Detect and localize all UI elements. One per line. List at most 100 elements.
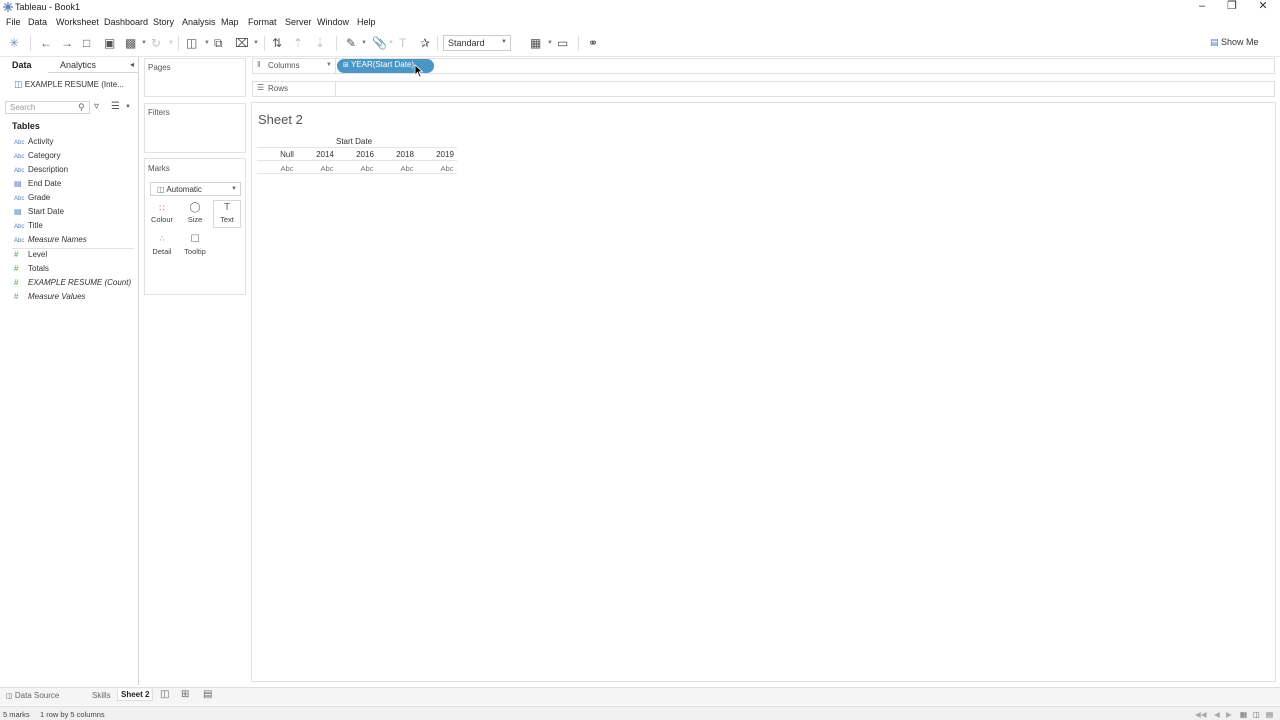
- sort-ascending-icon[interactable]: ⇡: [293, 36, 303, 50]
- column-header-2019[interactable]: 2019: [425, 150, 465, 159]
- table-cell[interactable]: Abc: [307, 164, 347, 173]
- field-grade[interactable]: Abc Grade: [14, 193, 50, 205]
- view-list-icon[interactable]: ☰: [111, 101, 120, 112]
- swap-rows-columns-icon[interactable]: ⇅: [272, 36, 282, 50]
- table-cell[interactable]: Abc: [347, 164, 387, 173]
- sheet-view[interactable]: [251, 102, 1276, 682]
- pause-dropdown-icon[interactable]: ▼: [141, 40, 147, 46]
- show-me-button[interactable]: ▤ Show Me: [1210, 37, 1259, 48]
- tab-data[interactable]: Data: [12, 60, 32, 70]
- datasource-item[interactable]: ◫ EXAMPLE RESUME (Inte...: [14, 79, 124, 90]
- fix-axes-icon[interactable]: ✰: [420, 36, 430, 50]
- undo-icon[interactable]: ←: [40, 36, 52, 50]
- menu-help[interactable]: Help: [357, 17, 376, 27]
- minimize-button[interactable]: –: [1187, 0, 1217, 15]
- save-icon[interactable]: □: [83, 36, 90, 50]
- column-header-2016[interactable]: 2016: [345, 150, 385, 159]
- field-category[interactable]: Abc Category: [14, 151, 60, 163]
- nav-next-icon[interactable]: ▶: [1226, 710, 1232, 719]
- column-field-header[interactable]: Start Date: [336, 137, 372, 146]
- tableau-home-icon[interactable]: ✳: [9, 36, 19, 50]
- tab-skills[interactable]: Skills: [92, 691, 111, 700]
- text-mark-icon: ◫: [157, 185, 165, 194]
- close-button[interactable]: ✕: [1248, 0, 1278, 15]
- collapse-pane-icon[interactable]: ◂: [130, 60, 134, 69]
- data-pane: Data Analytics ◂ ◫ EXAMPLE RESUME (Inte.…: [0, 57, 139, 685]
- sort-descending-icon[interactable]: ⇣: [315, 36, 325, 50]
- refresh-dropdown-icon[interactable]: ▼: [168, 40, 174, 46]
- field-measure-names[interactable]: Abc Measure Names: [14, 235, 87, 247]
- new-dashboard-tab-icon[interactable]: ⊞: [181, 689, 189, 700]
- field-level[interactable]: # Level: [14, 250, 47, 262]
- datasource-tab[interactable]: ◫ Data Source: [6, 691, 59, 700]
- show-cards-dropdown-icon[interactable]: ▼: [547, 40, 553, 46]
- table-cell[interactable]: Abc: [267, 164, 307, 173]
- duplicate-sheet-icon[interactable]: ⧉: [214, 36, 223, 50]
- tab-analytics[interactable]: Analytics: [60, 60, 96, 70]
- new-worksheet-tab-icon[interactable]: ◫: [160, 689, 169, 700]
- field-activity[interactable]: Abc Activity: [14, 137, 53, 149]
- nav-first-icon[interactable]: ◀◀: [1195, 710, 1207, 719]
- menu-analysis[interactable]: Analysis: [182, 17, 216, 27]
- pause-updates-icon[interactable]: ▩: [125, 36, 136, 50]
- filter-fields-icon[interactable]: ▿: [94, 101, 99, 112]
- colour-button[interactable]: ∷ Colour: [148, 201, 176, 229]
- mark-type-select[interactable]: ◫ Automatic ▼: [150, 182, 241, 196]
- refresh-icon[interactable]: ↻: [151, 36, 161, 50]
- menu-worksheet[interactable]: Worksheet: [56, 17, 99, 27]
- detail-button[interactable]: ∴ Detail: [148, 233, 176, 261]
- rows-shelf[interactable]: ☰ Rows: [252, 81, 1275, 97]
- column-header-2018[interactable]: 2018: [385, 150, 425, 159]
- new-worksheet-icon[interactable]: ◫: [186, 36, 197, 50]
- table-cell[interactable]: Abc: [427, 164, 467, 173]
- status-bar: 5 marks 1 row by 5 columns ◀◀ ◀ ▶ ▦ ◫ ▤: [0, 706, 1280, 720]
- filmstrip-icon[interactable]: ◫: [1253, 710, 1260, 719]
- columns-shelf-label: Columns: [268, 61, 300, 70]
- sheet-sorter-icon[interactable]: ▦: [1240, 710, 1247, 719]
- menu-map[interactable]: Map: [221, 17, 239, 27]
- field-end-date[interactable]: ▤ End Date: [14, 179, 61, 191]
- view-dropdown-icon[interactable]: ▼: [125, 104, 131, 110]
- new-datasource-icon[interactable]: ▣: [104, 36, 115, 50]
- new-story-tab-icon[interactable]: ▤: [203, 689, 212, 700]
- redo-icon[interactable]: →: [61, 36, 73, 50]
- show-cards-icon[interactable]: ▦: [530, 36, 541, 50]
- menu-story[interactable]: Story: [153, 17, 174, 27]
- menu-dashboard[interactable]: Dashboard: [104, 17, 148, 27]
- menu-format[interactable]: Format: [248, 17, 277, 27]
- field-example-resume-count[interactable]: # EXAMPLE RESUME (Count): [14, 278, 131, 290]
- size-label: Size: [187, 215, 203, 224]
- group-members-icon[interactable]: 📎: [372, 36, 387, 50]
- tooltip-button[interactable]: ☐ Tooltip: [181, 233, 209, 261]
- highlight-dropdown-icon[interactable]: ▼: [361, 40, 367, 46]
- show-mark-labels-icon[interactable]: T: [399, 36, 406, 50]
- column-header-2014[interactable]: 2014: [305, 150, 345, 159]
- sheet-title[interactable]: Sheet 2: [258, 112, 303, 127]
- chevron-down-icon[interactable]: ▼: [326, 62, 332, 68]
- nav-prev-icon[interactable]: ◀: [1214, 710, 1220, 719]
- menu-window[interactable]: Window: [317, 17, 349, 27]
- tabs-view-icon[interactable]: ▤: [1266, 710, 1273, 719]
- presentation-mode-icon[interactable]: ▭: [557, 36, 568, 50]
- share-icon[interactable]: ⚭: [588, 36, 598, 50]
- field-title[interactable]: Abc Title: [14, 221, 43, 233]
- fit-select[interactable]: Standard ▼: [443, 35, 511, 51]
- menu-server[interactable]: Server: [285, 17, 312, 27]
- tab-sheet-2[interactable]: Sheet 2: [117, 689, 154, 701]
- field-measure-values[interactable]: # Measure Values: [14, 292, 86, 304]
- column-header-null[interactable]: Null: [267, 150, 307, 159]
- clear-dropdown-icon[interactable]: ▼: [253, 40, 259, 46]
- group-dropdown-icon[interactable]: ▼: [388, 40, 394, 46]
- menu-file[interactable]: File: [6, 17, 21, 27]
- table-cell[interactable]: Abc: [387, 164, 427, 173]
- field-totals[interactable]: # Totals: [14, 264, 49, 276]
- size-button[interactable]: ◯ Size: [181, 201, 209, 229]
- highlight-icon[interactable]: ✎: [346, 36, 356, 50]
- field-description[interactable]: Abc Description: [14, 165, 68, 177]
- new-worksheet-dropdown-icon[interactable]: ▼: [204, 40, 210, 46]
- clear-sheet-icon[interactable]: ⌧: [235, 36, 249, 50]
- field-start-date[interactable]: ▤ Start Date: [14, 207, 64, 219]
- restore-button[interactable]: ❐: [1217, 0, 1247, 15]
- text-button[interactable]: T Text: [213, 200, 241, 228]
- menu-data[interactable]: Data: [28, 17, 47, 27]
